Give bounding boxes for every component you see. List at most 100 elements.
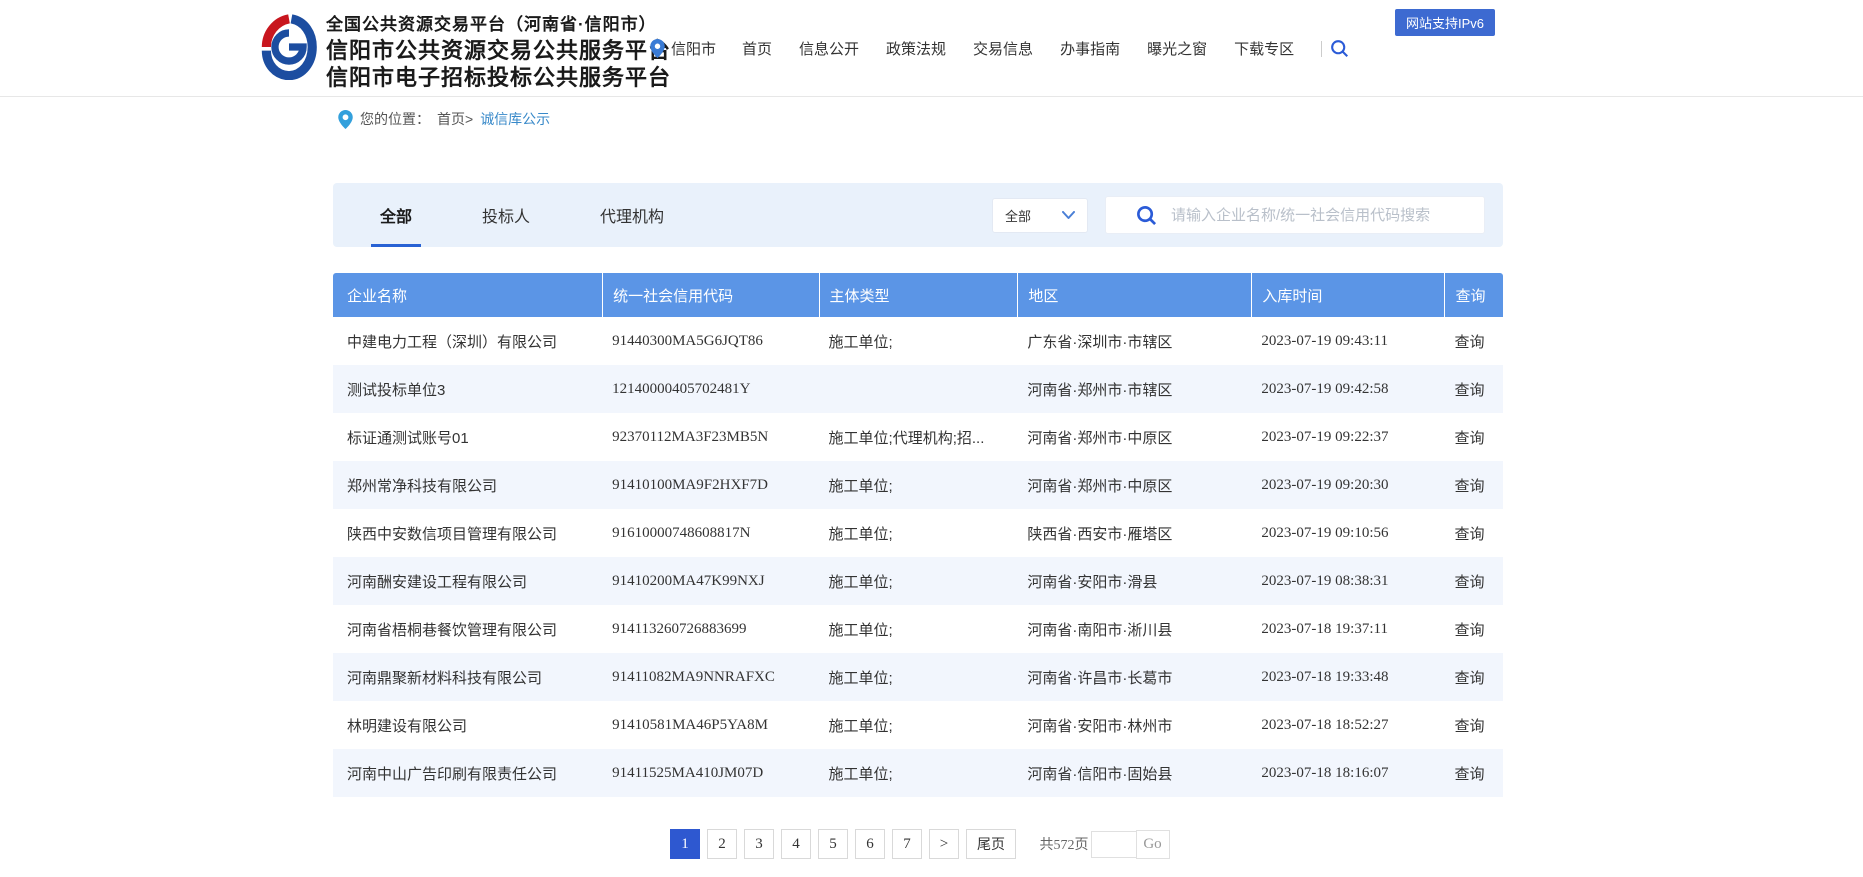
- entry-time-cell: 2023-07-19 09:10:56: [1251, 525, 1444, 542]
- entry-time-cell: 2023-07-18 18:52:27: [1251, 717, 1444, 734]
- breadcrumb-home-link[interactable]: 首页: [437, 111, 465, 127]
- site-title-line1: 全国公共资源交易平台（河南省·信阳市）: [326, 12, 671, 37]
- page-button[interactable]: 7: [892, 829, 922, 859]
- pagination-total: 共572页: [1040, 834, 1089, 854]
- entity-type-cell: 施工单位;: [819, 715, 1018, 736]
- page: 全国公共资源交易平台（河南省·信阳市） 信阳市公共资源交易公共服务平台 信阳市电…: [0, 0, 1863, 877]
- tabs: 全部 投标人 代理机构: [371, 183, 673, 247]
- entry-time-cell: 2023-07-18 18:16:07: [1251, 765, 1444, 782]
- entity-type-cell: 施工单位;: [819, 667, 1018, 688]
- table-row: 标证通测试账号0192370112MA3F23MB5N施工单位;代理机构;招..…: [333, 413, 1503, 461]
- nav-guide[interactable]: 办事指南: [1060, 38, 1120, 59]
- region-cell: 河南省·郑州市·市辖区: [1017, 379, 1251, 400]
- page-button[interactable]: 2: [707, 829, 737, 859]
- entity-type-cell: 施工单位;代理机构;招...: [819, 427, 1018, 448]
- credit-code-cell: 91410200MA47K99NXJ: [602, 573, 818, 590]
- table-row: 林明建设有限公司91410581MA46P5YA8M施工单位;河南省·安阳市·林…: [333, 701, 1503, 749]
- entry-time-cell: 2023-07-18 19:37:11: [1251, 621, 1444, 638]
- breadcrumb-pin-icon: [338, 110, 353, 129]
- nav-downloads[interactable]: 下载专区: [1234, 38, 1294, 59]
- search-icon[interactable]: [1330, 39, 1349, 58]
- site-title-line3: 信阳市电子招标投标公共服务平台: [326, 64, 671, 91]
- table-body: 中建电力工程（深圳）有限公司91440300MA5G6JQT86施工单位;广东省…: [333, 317, 1503, 797]
- credit-code-cell: 91411082MA9NNRAFXC: [602, 669, 818, 686]
- query-link[interactable]: 查询: [1444, 667, 1503, 688]
- search-box: [1105, 196, 1485, 234]
- table-row: 河南省梧桐巷餐饮管理有限公司914113260726883699施工单位;河南省…: [333, 605, 1503, 653]
- table-row: 郑州常净科技有限公司91410100MA9F2HXF7D施工单位;河南省·郑州市…: [333, 461, 1503, 509]
- entity-type-cell: 施工单位;: [819, 331, 1018, 352]
- site-title-line2: 信阳市公共资源交易公共服务平台: [326, 37, 671, 64]
- site-logo-icon: [258, 14, 320, 85]
- nav-exposure[interactable]: 曝光之窗: [1147, 38, 1207, 59]
- col-header-entity-type: 主体类型: [819, 273, 1018, 317]
- entity-type-cell: 施工单位;: [819, 523, 1018, 544]
- region-cell: 陕西省·西安市·雁塔区: [1017, 523, 1251, 544]
- nav-trade-info[interactable]: 交易信息: [973, 38, 1033, 59]
- nav-policies[interactable]: 政策法规: [886, 38, 946, 59]
- site-header: 全国公共资源交易平台（河南省·信阳市） 信阳市公共资源交易公共服务平台 信阳市电…: [0, 0, 1863, 97]
- tab-agencies[interactable]: 代理机构: [591, 183, 673, 247]
- credit-code-cell: 12140000405702481Y: [602, 381, 818, 398]
- ipv6-badge: 网站支持IPv6: [1395, 9, 1495, 36]
- company-name-cell: 郑州常净科技有限公司: [333, 475, 602, 496]
- site-titles: 全国公共资源交易平台（河南省·信阳市） 信阳市公共资源交易公共服务平台 信阳市电…: [326, 12, 671, 91]
- credit-code-cell: 91411525MA410JM07D: [602, 765, 818, 782]
- query-link[interactable]: 查询: [1444, 763, 1503, 784]
- entry-time-cell: 2023-07-19 09:43:11: [1251, 333, 1444, 350]
- page-number-input[interactable]: [1091, 831, 1137, 858]
- tab-all[interactable]: 全部: [371, 183, 421, 247]
- query-link[interactable]: 查询: [1444, 523, 1503, 544]
- credit-code-cell: 92370112MA3F23MB5N: [602, 429, 818, 446]
- search-input[interactable]: [1171, 207, 1484, 224]
- city-selector[interactable]: 信阳市: [650, 38, 716, 59]
- page-button-active[interactable]: 1: [670, 829, 700, 859]
- table-header-row: 企业名称 统一社会信用代码 主体类型 地区 入库时间 查询: [333, 273, 1503, 317]
- entity-type-cell: 施工单位;: [819, 571, 1018, 592]
- page-button[interactable]: 3: [744, 829, 774, 859]
- entry-time-cell: 2023-07-19 09:42:58: [1251, 381, 1444, 398]
- location-pin-icon: [650, 39, 665, 58]
- nav-home[interactable]: 首页: [742, 38, 772, 59]
- query-link[interactable]: 查询: [1444, 715, 1503, 736]
- page-button[interactable]: 5: [818, 829, 848, 859]
- page-button[interactable]: 6: [855, 829, 885, 859]
- credit-code-cell: 91410581MA46P5YA8M: [602, 717, 818, 734]
- nav-divider: [1321, 41, 1322, 57]
- query-link[interactable]: 查询: [1444, 331, 1503, 352]
- search-input-icon[interactable]: [1136, 205, 1157, 226]
- table-row: 中建电力工程（深圳）有限公司91440300MA5G6JQT86施工单位;广东省…: [333, 317, 1503, 365]
- last-page-button[interactable]: 尾页: [966, 829, 1016, 859]
- company-name-cell: 河南酬安建设工程有限公司: [333, 571, 602, 592]
- region-cell: 河南省·南阳市·淅川县: [1017, 619, 1251, 640]
- go-button[interactable]: Go: [1136, 830, 1170, 859]
- nav-info-disclosure[interactable]: 信息公开: [799, 38, 859, 59]
- credit-code-cell: 91610000748608817N: [602, 525, 818, 542]
- main-nav: 首页 信息公开 政策法规 交易信息 办事指南 曝光之窗 下载专区: [742, 0, 1349, 97]
- entry-time-cell: 2023-07-18 19:33:48: [1251, 669, 1444, 686]
- breadcrumb-separator: >: [465, 111, 473, 127]
- company-name-cell: 河南鼎聚新材料科技有限公司: [333, 667, 602, 688]
- query-link[interactable]: 查询: [1444, 427, 1503, 448]
- category-dropdown[interactable]: 全部: [992, 198, 1088, 233]
- region-cell: 广东省·深圳市·市辖区: [1017, 331, 1251, 352]
- tab-bidders[interactable]: 投标人: [473, 183, 539, 247]
- query-link[interactable]: 查询: [1444, 379, 1503, 400]
- breadcrumb-current-link[interactable]: 诚信库公示: [480, 109, 550, 129]
- entry-time-cell: 2023-07-19 08:38:31: [1251, 573, 1444, 590]
- col-header-company-name: 企业名称: [333, 273, 602, 317]
- region-cell: 河南省·安阳市·滑县: [1017, 571, 1251, 592]
- query-link[interactable]: 查询: [1444, 571, 1503, 592]
- breadcrumb: 您的位置： 首页> 诚信库公示: [338, 109, 550, 129]
- page-button[interactable]: 4: [781, 829, 811, 859]
- company-name-cell: 测试投标单位3: [333, 379, 602, 400]
- main-content: 全部 投标人 代理机构 全部 企业名称 统一社会: [333, 183, 1503, 859]
- credit-code-cell: 914113260726883699: [602, 621, 818, 638]
- query-link[interactable]: 查询: [1444, 619, 1503, 640]
- entity-type-cell: 施工单位;: [819, 619, 1018, 640]
- company-name-cell: 河南中山广告印刷有限责任公司: [333, 763, 602, 784]
- table-row: 陕西中安数信项目管理有限公司91610000748608817N施工单位;陕西省…: [333, 509, 1503, 557]
- next-page-button[interactable]: >: [929, 829, 959, 859]
- company-name-cell: 标证通测试账号01: [333, 427, 602, 448]
- query-link[interactable]: 查询: [1444, 475, 1503, 496]
